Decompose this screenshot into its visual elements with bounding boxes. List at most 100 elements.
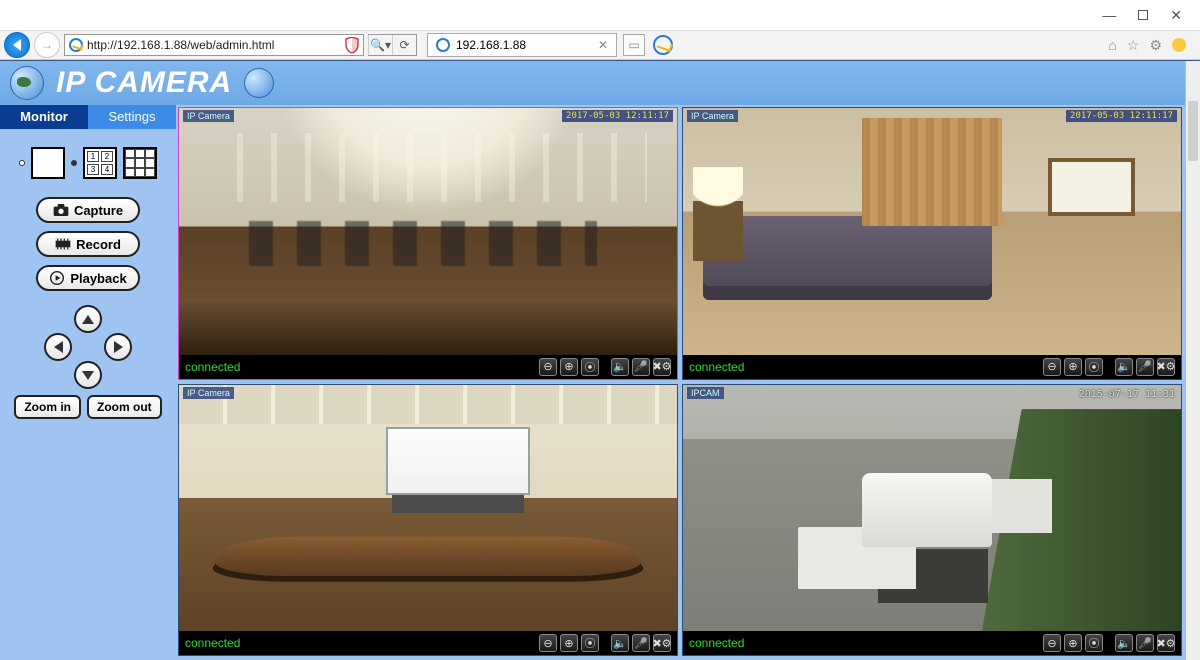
camera-status-bar: connected ⊖ ⊕ ⦿ 🔈 🎤 ✖⚙	[683, 631, 1181, 655]
zoom-in-icon[interactable]: ⊕	[560, 634, 578, 652]
layout-single-radio[interactable]	[19, 160, 25, 166]
window-maximize-icon[interactable]	[1138, 8, 1148, 22]
mic-mute-icon[interactable]: 🎤	[632, 634, 650, 652]
camera-status-bar: connected ⊖ ⊕ ⦿ 🔈 🎤 ✖⚙	[179, 631, 677, 655]
playback-button[interactable]: Playback	[36, 265, 140, 291]
camera-panel[interactable]: IPCAM 2015-07-17 11:31 connected ⊖ ⊕ ⦿ 🔈…	[682, 384, 1182, 657]
feed-label: IP Camera	[183, 387, 234, 399]
speaker-icon[interactable]: 🔈	[1115, 634, 1133, 652]
zoom-in-icon[interactable]: ⊕	[1064, 634, 1082, 652]
window-titlebar: — ✕	[0, 0, 1200, 30]
settings-wrench-icon[interactable]: ✖⚙	[1157, 634, 1175, 652]
cell-label: 3	[87, 164, 99, 175]
record-button[interactable]: Record	[36, 231, 140, 257]
zoom-out-icon[interactable]: ⊖	[1043, 358, 1061, 376]
feedback-smiley-icon[interactable]	[1172, 38, 1186, 52]
browser-tab[interactable]: 192.168.1.88 ✕	[427, 33, 617, 57]
button-label: Playback	[70, 271, 126, 286]
url-input[interactable]	[87, 38, 341, 52]
ie-icon	[653, 35, 673, 55]
mode-tabs: Monitor Settings	[0, 105, 176, 129]
mic-mute-icon[interactable]: 🎤	[1136, 358, 1154, 376]
brand-bar: IP CAMERA	[0, 61, 1200, 105]
camera-icon	[53, 203, 69, 217]
tab-close-icon[interactable]: ✕	[598, 38, 608, 52]
camera-feed: IP Camera	[179, 385, 677, 632]
mic-mute-icon[interactable]: 🎤	[632, 358, 650, 376]
zoom-in-icon[interactable]: ⊕	[1064, 358, 1082, 376]
ptz-up-button[interactable]	[74, 305, 102, 333]
status-text: connected	[185, 360, 240, 374]
camera-feed: IPCAM 2015-07-17 11:31	[683, 385, 1181, 632]
window-close-icon[interactable]: ✕	[1170, 8, 1182, 22]
tab-monitor[interactable]: Monitor	[0, 105, 88, 129]
scrollbar-thumb[interactable]	[1188, 101, 1198, 161]
status-text: connected	[689, 360, 744, 374]
ptz-right-button[interactable]	[104, 333, 132, 361]
button-label: Record	[76, 237, 121, 252]
brand-title: IP CAMERA	[56, 66, 232, 100]
cell-label: 2	[101, 151, 113, 162]
camera-panel[interactable]: IP Camera 2017-05-03 12:11:17 connected …	[178, 107, 678, 380]
settings-wrench-icon[interactable]: ✖⚙	[653, 634, 671, 652]
address-bar-controls: 🔍▾ ⟳	[368, 34, 417, 56]
zoom-out-icon[interactable]: ⊖	[1043, 634, 1061, 652]
layout-3x3-icon[interactable]	[123, 147, 157, 179]
zoom-in-icon[interactable]: ⊕	[560, 358, 578, 376]
record-dot-icon[interactable]: ⦿	[1085, 358, 1103, 376]
feed-timestamp: 2017-05-03 12:11:17	[1066, 110, 1177, 122]
cell-label: 4	[101, 164, 113, 175]
layout-single-icon[interactable]	[31, 147, 65, 179]
ptz-left-button[interactable]	[44, 333, 72, 361]
page-content: IP CAMERA Monitor Settings 1 2 3 4	[0, 60, 1200, 660]
camera-status-bar: connected ⊖ ⊕ ⦿ 🔈 🎤 ✖⚙	[683, 355, 1181, 379]
search-dropdown-icon[interactable]: 🔍▾	[368, 35, 392, 55]
camera-status-bar: connected ⊖ ⊕ ⦿ 🔈 🎤 ✖⚙	[179, 355, 677, 379]
feed-label: IPCAM	[687, 387, 724, 399]
layout-2x2-icon[interactable]: 1 2 3 4	[83, 147, 117, 179]
camera-panel[interactable]: IP Camera connected ⊖ ⊕ ⦿ 🔈 🎤 ✖⚙	[178, 384, 678, 657]
zoom-out-button[interactable]: Zoom out	[87, 395, 162, 419]
status-text: connected	[689, 636, 744, 650]
capture-button[interactable]: Capture	[36, 197, 140, 223]
layout-2x2-radio[interactable]	[71, 160, 77, 166]
ie-icon	[436, 38, 450, 52]
zoom-in-button[interactable]: Zoom in	[14, 395, 81, 419]
feed-label: IP Camera	[687, 110, 738, 122]
mic-mute-icon[interactable]: 🎤	[1136, 634, 1154, 652]
speaker-icon[interactable]: 🔈	[1115, 358, 1133, 376]
nav-back-button[interactable]	[4, 32, 30, 58]
window-minimize-icon[interactable]: —	[1102, 8, 1116, 22]
home-icon[interactable]: ⌂	[1108, 37, 1116, 53]
speaker-icon[interactable]: 🔈	[611, 358, 629, 376]
zoom-out-icon[interactable]: ⊖	[539, 358, 557, 376]
settings-wrench-icon[interactable]: ✖⚙	[1157, 358, 1175, 376]
play-icon	[49, 271, 65, 285]
address-bar[interactable]	[64, 34, 364, 56]
layout-selector: 1 2 3 4	[0, 147, 176, 179]
nav-forward-button[interactable]: →	[34, 32, 60, 58]
ptz-down-button[interactable]	[74, 361, 102, 389]
record-dot-icon[interactable]: ⦿	[581, 358, 599, 376]
zoom-out-icon[interactable]: ⊖	[539, 634, 557, 652]
speaker-icon[interactable]: 🔈	[611, 634, 629, 652]
record-dot-icon[interactable]: ⦿	[581, 634, 599, 652]
security-shield-icon	[345, 37, 359, 53]
ie-icon	[69, 38, 83, 52]
new-tab-button[interactable]: ▭	[623, 34, 645, 56]
favorites-icon[interactable]: ☆	[1127, 37, 1140, 54]
camera-panel[interactable]: IP Camera 2017-05-03 12:11:17 connected …	[682, 107, 1182, 380]
tab-settings[interactable]: Settings	[88, 105, 176, 129]
button-label: Capture	[74, 203, 123, 218]
refresh-icon[interactable]: ⟳	[392, 35, 416, 55]
record-dot-icon[interactable]: ⦿	[1085, 634, 1103, 652]
camera-feed: IP Camera 2017-05-03 12:11:17	[179, 108, 677, 355]
cell-label: 1	[87, 151, 99, 162]
tools-gear-icon[interactable]: ⚙	[1149, 37, 1162, 54]
settings-wrench-icon[interactable]: ✖⚙	[653, 358, 671, 376]
film-icon	[55, 237, 71, 251]
status-text: connected	[185, 636, 240, 650]
feed-timestamp: 2015-07-17 11:31	[1079, 389, 1175, 400]
feed-label: IP Camera	[183, 110, 234, 122]
globe-icon	[244, 68, 274, 98]
